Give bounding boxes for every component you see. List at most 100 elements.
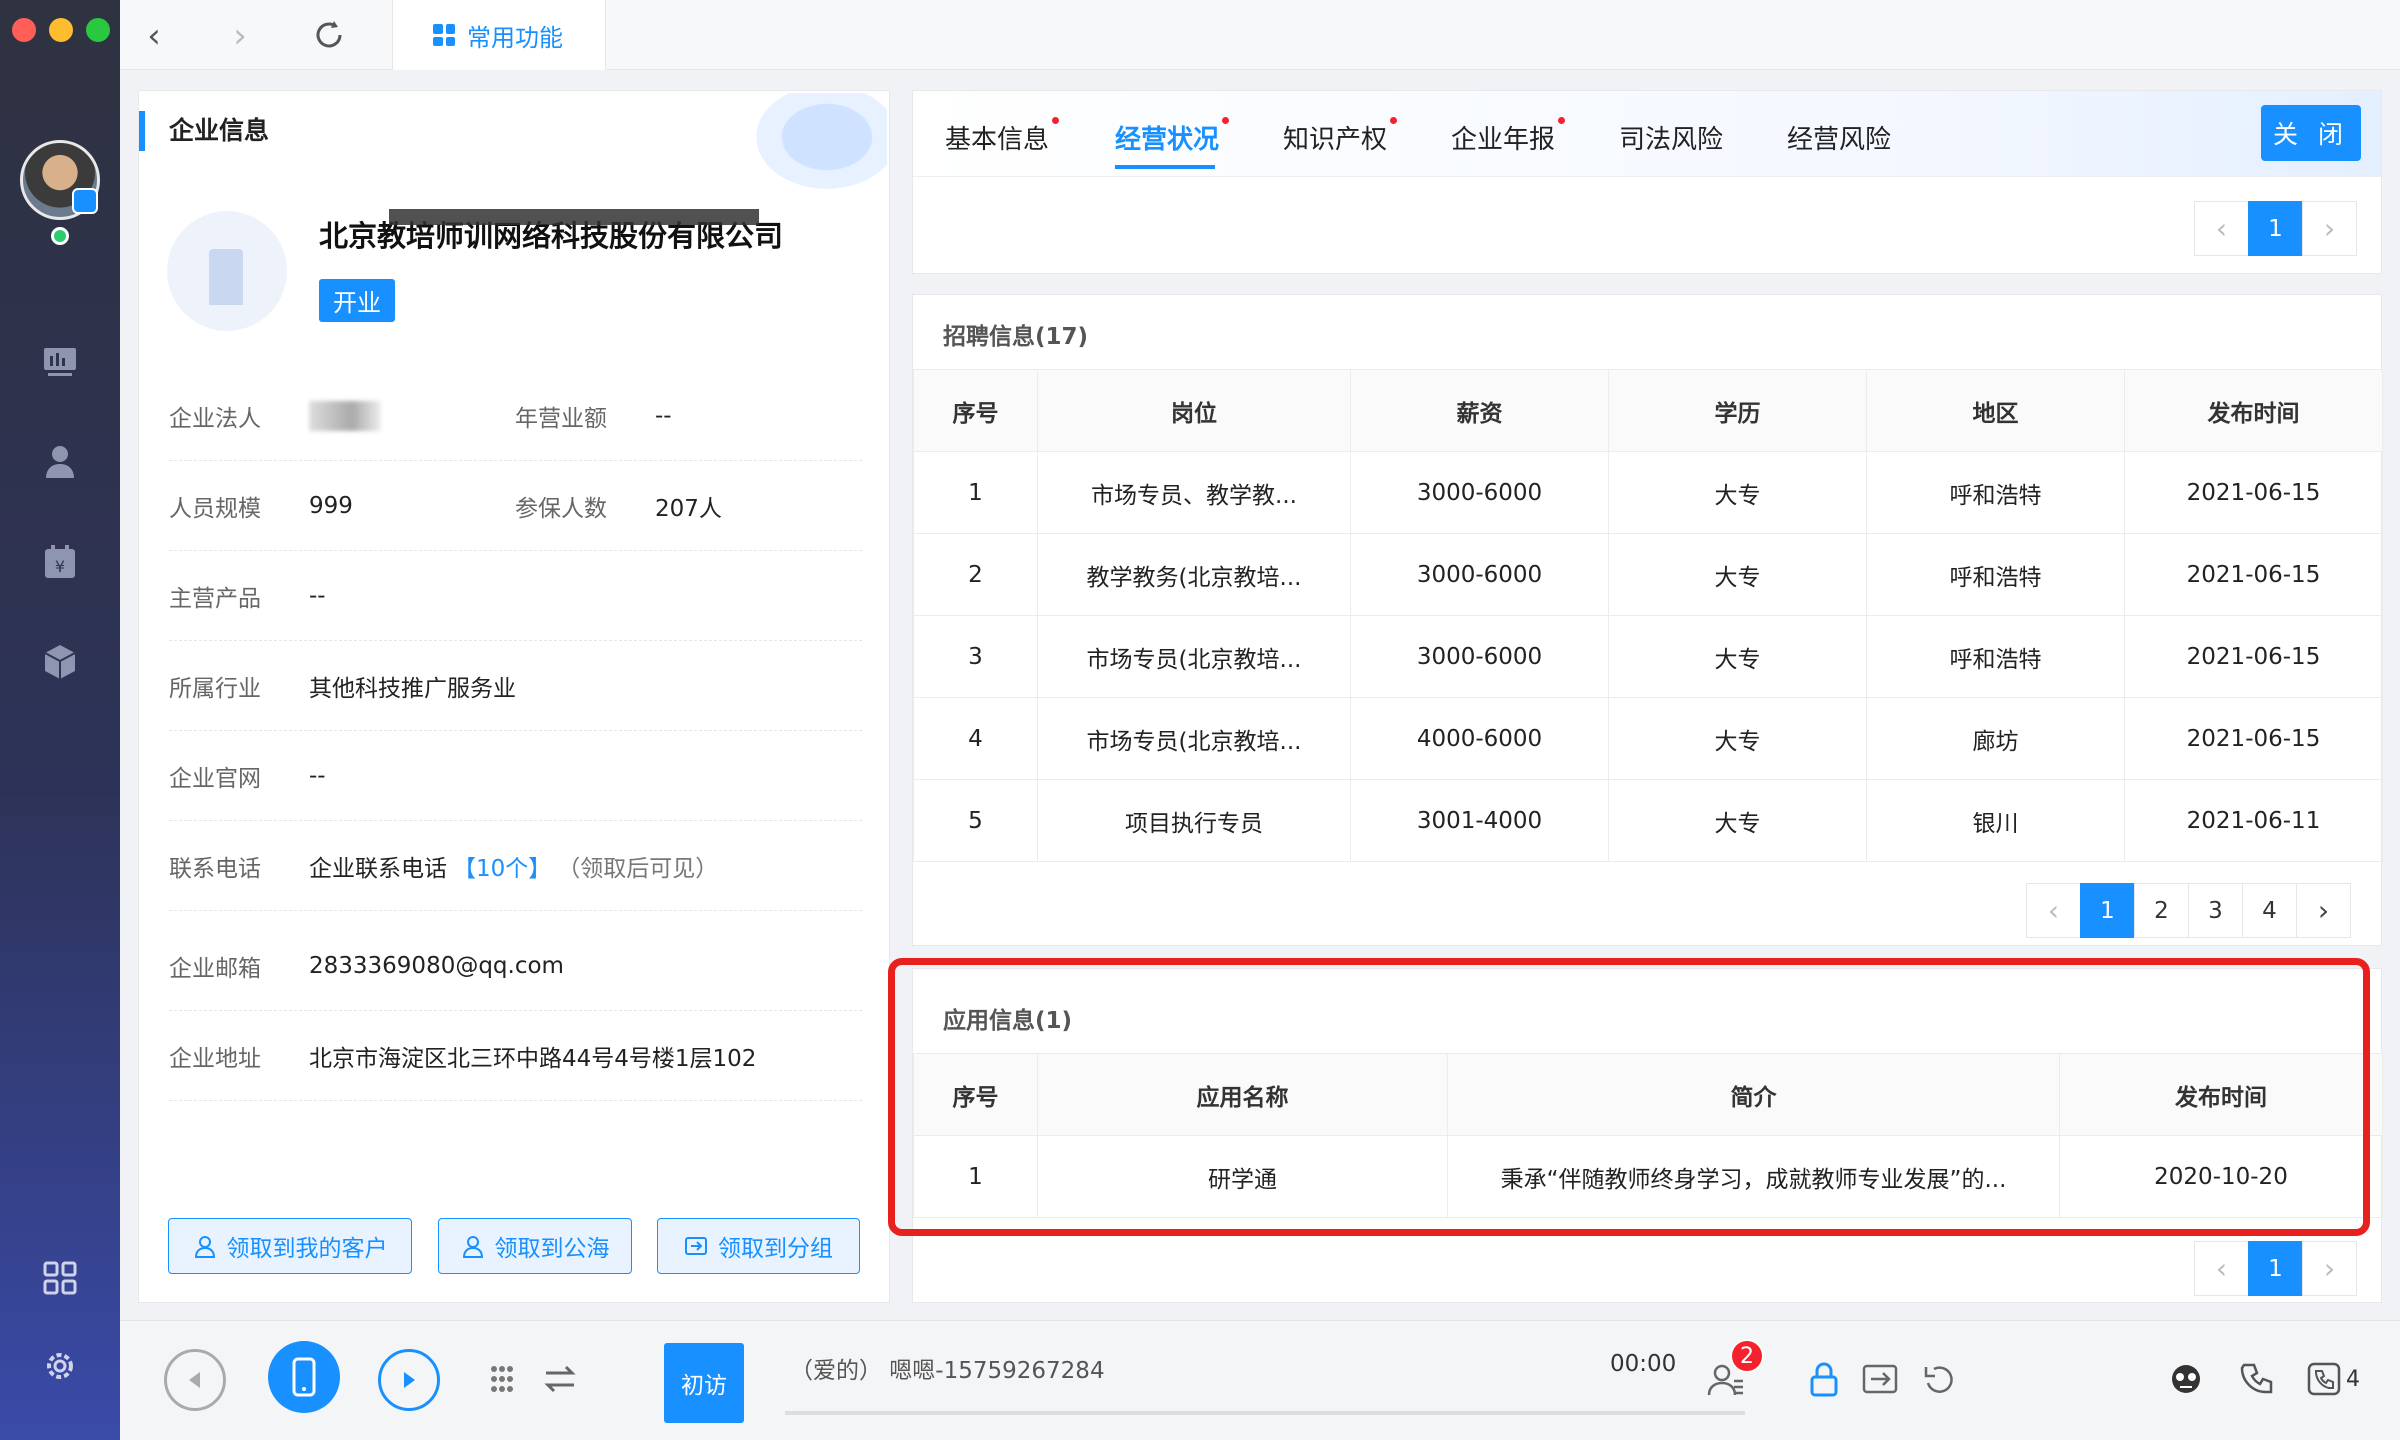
table-cell: 3000-6000: [1350, 451, 1609, 534]
phone-lines-icon[interactable]: [2304, 1359, 2344, 1399]
tab-label: 基本信息: [945, 125, 1050, 155]
field-label: 联系电话: [169, 855, 261, 882]
svg-text:¥: ¥: [55, 557, 65, 576]
refresh-icon[interactable]: [312, 18, 346, 52]
settings-gear-icon[interactable]: [40, 1346, 80, 1386]
tab-label: 企业年报: [1451, 125, 1556, 155]
next-call-button[interactable]: [378, 1349, 440, 1411]
next-page-button[interactable]: ›: [2302, 1241, 2357, 1296]
tab-business-risk[interactable]: 经营风险: [1787, 119, 1891, 156]
phone-hint: （领取后可见）: [557, 855, 719, 882]
dashboard-icon[interactable]: [40, 342, 80, 382]
table-row[interactable]: 1 研学通 秉承“伴随教师终身学习，成就教师专业发展”的... 2020-10-20: [913, 1135, 2383, 1218]
table-cell: 大专: [1608, 533, 1867, 616]
tab-label: 经营状况: [1115, 125, 1220, 155]
recruitment-table: 序号 岗位 薪资 学历 地区 发布时间 1 市场专员、教学教... 3000-600…: [913, 369, 2383, 862]
button-label: 领取到分组: [718, 1236, 833, 1262]
table-cell: 大专: [1608, 615, 1867, 698]
finance-calendar-icon[interactable]: ¥: [40, 542, 80, 582]
column-header: 应用名称: [1037, 1053, 1448, 1136]
active-tab-indicator: [1115, 165, 1215, 169]
table-cell: 3001-4000: [1350, 779, 1609, 862]
next-page-button[interactable]: ›: [2302, 201, 2357, 256]
pagination-recruitment: ‹ 1 2 3 4 ›: [2026, 883, 2351, 938]
mobile-call-button[interactable]: [268, 1341, 340, 1413]
table-header-row: 序号 岗位 薪资 学历 地区 发布时间: [913, 369, 2383, 452]
mascot-icon[interactable]: [2166, 1359, 2206, 1399]
table-row[interactable]: 1 市场专员、教学教... 3000-6000 大专 呼和浩特 2021-06-15: [913, 451, 2383, 534]
tab-annual-report[interactable]: 企业年报: [1451, 117, 1566, 156]
table-cell: 大专: [1608, 451, 1867, 534]
tab-common-functions[interactable]: 常用功能: [392, 0, 606, 70]
field-value: 北京市海淀区北三环中路44号4号楼1层102: [309, 1045, 757, 1072]
back-arrow-icon[interactable]: ‹: [134, 16, 174, 56]
minimize-window-button[interactable]: [49, 18, 73, 42]
prev-page-button[interactable]: ‹: [2194, 1241, 2249, 1296]
line-count: 4: [2346, 1367, 2360, 1392]
column-header: 岗位: [1037, 369, 1351, 452]
info-row-phone: 联系电话 企业联系电话 【10个】 （领取后可见）: [169, 821, 862, 911]
close-window-button[interactable]: [12, 18, 36, 42]
apps-grid-icon[interactable]: [40, 1258, 80, 1298]
tab-business-status[interactable]: 经营状况: [1115, 117, 1230, 156]
product-box-icon[interactable]: [40, 642, 80, 682]
page-button[interactable]: 3: [2188, 883, 2243, 938]
page-button[interactable]: 1: [2248, 201, 2303, 256]
column-header: 学历: [1608, 369, 1867, 452]
table-row[interactable]: 5 项目执行专员 3001-4000 大专 银川 2021-06-11: [913, 779, 2383, 862]
swap-icon[interactable]: [540, 1359, 580, 1399]
prev-page-button[interactable]: ‹: [2194, 201, 2249, 256]
field-label: 所属行业: [169, 675, 261, 702]
call-toolbar: 初访 （爱的） 嗯嗯-15759267284 00:00 2 4: [120, 1320, 2400, 1440]
company-info-panel: 企业信息 北京教培师训网络科技股份有限公司 开业 企业法人 年营业额 -- 人员规…: [138, 90, 890, 1303]
play-left-icon: [189, 1372, 200, 1388]
page-button[interactable]: 1: [2080, 883, 2135, 938]
forward-arrow-icon[interactable]: ›: [220, 16, 260, 56]
info-row-product: 主营产品 --: [169, 551, 862, 641]
device-badge-icon: [72, 188, 98, 214]
claim-to-public-pool-button[interactable]: 领取到公海: [438, 1218, 632, 1274]
table-row[interactable]: 4 市场专员(北京教培... 4000-6000 大专 廊坊 2021-06-15: [913, 697, 2383, 780]
window-controls: [12, 18, 110, 42]
call-timer: 00:00: [1610, 1351, 1677, 1377]
prev-page-button[interactable]: ‹: [2026, 883, 2081, 938]
field-value: 2833369080@qq.com: [309, 952, 564, 979]
call-log-icon[interactable]: [2236, 1359, 2276, 1399]
visit-type-button[interactable]: 初访: [664, 1343, 744, 1423]
close-button[interactable]: 关 闭: [2261, 105, 2361, 161]
transfer-icon[interactable]: [1860, 1359, 1900, 1399]
field-value: 其他科技推广服务业: [309, 675, 516, 702]
page-button[interactable]: 4: [2242, 883, 2297, 938]
notification-badge: 2: [1730, 1339, 1764, 1373]
page-button[interactable]: 2: [2134, 883, 2189, 938]
building-icon: [209, 249, 243, 305]
phone-count-link[interactable]: 【10个】: [453, 849, 551, 883]
button-label: 领取到公海: [494, 1236, 610, 1262]
field-label: 年营业额: [515, 405, 607, 432]
lock-icon[interactable]: [1804, 1359, 1844, 1399]
table-cell: 1: [913, 451, 1038, 534]
maximize-window-button[interactable]: [86, 18, 110, 42]
table-cell: 2021-06-15: [2124, 615, 2383, 698]
panel-title: 企业信息: [139, 111, 269, 151]
previous-call-button[interactable]: [164, 1349, 226, 1411]
tab-bar: 基本信息 经营状况 知识产权 企业年报 司法风险 经营风险 关 闭: [913, 91, 2381, 177]
claim-to-group-button[interactable]: 领取到分组: [657, 1218, 860, 1274]
table-cell: 呼和浩特: [1866, 615, 2125, 698]
table-cell: 1: [913, 1135, 1038, 1218]
table-header-row: 序号 应用名称 简介 发布时间: [913, 1053, 2383, 1136]
tab-intellectual-property[interactable]: 知识产权: [1283, 117, 1398, 156]
callback-icon[interactable]: [1920, 1359, 1960, 1399]
field-label: 参保人数: [515, 495, 607, 522]
claim-to-my-customers-button[interactable]: 领取到我的客户: [168, 1218, 412, 1274]
tab-judicial-risk[interactable]: 司法风险: [1619, 119, 1723, 156]
user-icon[interactable]: [40, 442, 80, 482]
page-button[interactable]: 1: [2248, 1241, 2303, 1296]
transfer-icon: [685, 1237, 707, 1255]
next-page-button[interactable]: ›: [2296, 883, 2351, 938]
tab-basic-info[interactable]: 基本信息: [945, 117, 1060, 156]
table-row[interactable]: 3 市场专员(北京教培... 3000-6000 大专 呼和浩特 2021-06-15: [913, 615, 2383, 698]
table-cell: 市场专员、教学教...: [1037, 451, 1351, 534]
dialpad-icon[interactable]: [482, 1359, 522, 1399]
table-row[interactable]: 2 教学教务(北京教培... 3000-6000 大专 呼和浩特 2021-06-15: [913, 533, 2383, 616]
